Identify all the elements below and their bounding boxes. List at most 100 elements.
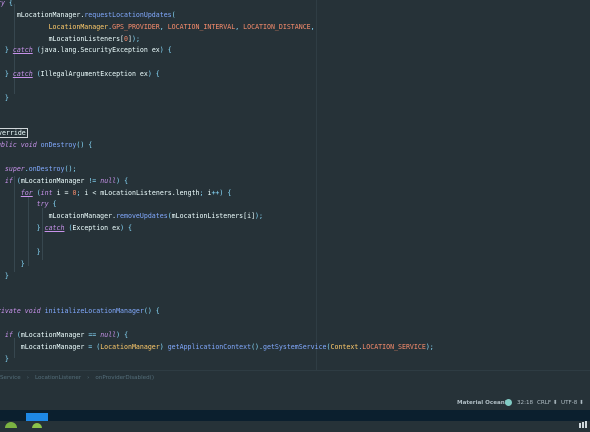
code-token: if — [4, 330, 13, 339]
code-line[interactable]: private void initializeLocationManager()… — [0, 305, 160, 317]
code-token: } — [20, 259, 25, 268]
override-annotation: Override — [0, 128, 28, 139]
code-line[interactable]: super.onDestroy(); — [0, 163, 77, 175]
code-line[interactable]: try { — [0, 0, 13, 9]
code-token: super — [4, 164, 25, 173]
code-line[interactable]: Override — [0, 127, 28, 139]
code-token: private void — [0, 307, 41, 316]
theme-name[interactable]: Material Oceanic — [457, 396, 510, 410]
breadcrumb-item[interactable]: onProviderDisabled() — [95, 371, 154, 385]
line-separator-label: CRLF — [537, 400, 552, 406]
code-token: LOCATION_DISTANCE — [243, 22, 311, 31]
right-margin-guide — [316, 0, 317, 370]
breadcrumb: Service › LocationListener › onProviderDisab… — [0, 370, 590, 385]
code-line[interactable]: if (mLocationManager != null) { — [0, 175, 128, 187]
code-token: mLocationListeners[i] — [171, 212, 256, 221]
code-token: catch — [12, 46, 33, 55]
code-token: (); — [64, 164, 77, 173]
code-token: } — [4, 93, 9, 102]
code-token: ) { — [120, 224, 132, 233]
code-line[interactable]: mLocationListeners[0]); — [0, 33, 140, 45]
code-token: onDestroy — [40, 141, 77, 150]
code-token: ); — [255, 212, 263, 221]
code-token: } — [4, 354, 9, 363]
code-token: i < mLocationListeners.length — [84, 188, 200, 197]
breadcrumb-separator: › — [26, 375, 29, 381]
code-line[interactable]: if (mLocationManager == null) { — [0, 329, 128, 341]
code-editor[interactable]: try { mLocationManager.requestLocationUp… — [0, 0, 590, 370]
code-line[interactable]: LocationManager.GPS_PROVIDER, LOCATION_I… — [0, 21, 315, 33]
code-token: null — [100, 330, 117, 339]
code-token: ) { — [147, 70, 160, 79]
code-token: ) { — [116, 176, 129, 185]
breadcrumb-separator: › — [87, 375, 90, 381]
code-token: catch — [44, 224, 65, 233]
code-token: } — [36, 247, 41, 256]
code-line[interactable]: public void onDestroy() { — [0, 139, 92, 151]
code-line[interactable]: mLocationManager.removeUpdates(mLocation… — [0, 210, 263, 222]
code-line[interactable]: for (int i = 0; i < mLocationListeners.l… — [0, 187, 232, 199]
code-token: (). — [251, 342, 263, 351]
breadcrumb-item[interactable]: LocationListener — [35, 371, 81, 385]
code-token: getApplicationContext — [167, 342, 252, 351]
code-token: try — [36, 200, 49, 209]
encoding-label: UTF-8 — [561, 400, 578, 406]
code-line[interactable]: } catch (IllegalArgumentException ex) { — [0, 68, 160, 80]
cursor-position[interactable]: 32:18 — [517, 396, 533, 410]
taskbar-app-icon[interactable] — [2, 413, 20, 432]
code-token: = ( — [88, 342, 101, 351]
code-token: removeUpdates — [116, 212, 168, 221]
chevron-up-down-icon: ⬍ — [552, 400, 558, 406]
code-token: requestLocationUpdates — [84, 10, 172, 19]
code-token: mLocationManager. — [0, 10, 85, 19]
encoding-selector[interactable]: UTF-8 ⬍ — [561, 396, 584, 410]
code-token: ( — [12, 330, 21, 339]
code-token: IllegalArgumentException ex — [40, 70, 148, 79]
code-token: if — [4, 176, 13, 185]
code-token: () { — [76, 141, 93, 150]
code-token: onDestroy — [28, 164, 65, 173]
code-token: LOCATION_SERVICE — [362, 342, 426, 351]
code-token: LOCATION_INTERVAL — [167, 22, 236, 31]
code-token: ( — [32, 46, 41, 55]
system-tray-icon[interactable] — [578, 413, 588, 428]
line-separator-selector[interactable]: CRLF ⬍ — [537, 396, 558, 410]
code-token: null — [100, 176, 117, 185]
code-token: { — [4, 0, 13, 7]
code-line[interactable]: } catch (Exception ex) { — [0, 222, 132, 234]
code-line[interactable]: try { — [0, 198, 57, 210]
code-line[interactable]: } — [0, 353, 9, 365]
code-line[interactable]: mLocationManager.requestLocationUpdates( — [0, 9, 176, 21]
code-line[interactable]: } — [0, 92, 9, 104]
code-line[interactable]: } — [0, 270, 9, 282]
code-token: i = — [56, 188, 73, 197]
code-line[interactable]: } — [0, 258, 25, 270]
code-token: mLocationManager — [20, 176, 89, 185]
code-token: ) — [159, 342, 168, 351]
code-token: ( — [32, 188, 41, 197]
code-token: GPS_PROVIDER — [112, 22, 160, 31]
taskbar-app-icon[interactable] — [26, 413, 48, 432]
code-token: LocationManager — [100, 342, 160, 351]
breadcrumb-item[interactable]: Service — [0, 371, 21, 385]
code-token: ) { — [116, 330, 129, 339]
code-token: Exception ex — [72, 224, 121, 233]
status-bar: Material Oceanic 32:18 CRLF ⬍ UTF-8 ⬍ — [0, 396, 590, 410]
chevron-up-down-icon: ⬍ — [579, 400, 584, 406]
code-line[interactable]: mLocationManager = (LocationManager) get… — [0, 341, 434, 353]
code-token: mLocationManager. — [0, 212, 117, 221]
code-line[interactable]: } catch (java.lang.SecurityException ex)… — [0, 44, 172, 56]
code-token: } — [4, 70, 9, 79]
code-token: public void — [0, 141, 37, 150]
code-line[interactable]: } — [0, 246, 41, 258]
code-token: getSystemService — [263, 342, 327, 351]
code-token: LocationManager — [48, 22, 109, 31]
theme-indicator-icon — [505, 396, 512, 410]
code-token: int — [40, 188, 57, 197]
code-token: != — [88, 176, 101, 185]
code-token: , — [235, 22, 244, 31]
code-token: () { — [143, 307, 160, 316]
